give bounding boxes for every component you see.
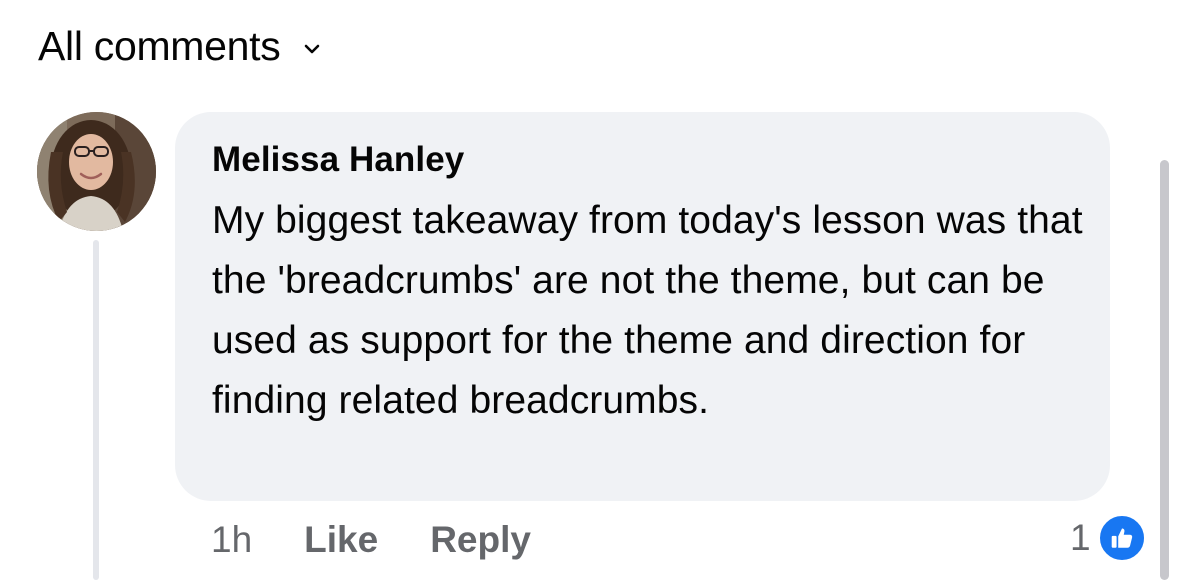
comments-filter-dropdown[interactable]: All comments xyxy=(38,22,320,70)
comment-timestamp[interactable]: 1h xyxy=(211,518,252,562)
avatar[interactable] xyxy=(37,112,156,231)
comments-filter-label: All comments xyxy=(38,23,281,69)
scrollbar[interactable] xyxy=(1160,160,1169,580)
chevron-down-icon xyxy=(304,42,320,54)
like-button[interactable]: Like xyxy=(304,518,378,562)
comment-author[interactable]: Melissa Hanley xyxy=(212,139,464,181)
thumbs-up-icon xyxy=(1096,513,1147,563)
thread-line xyxy=(93,240,99,580)
comments-view: All comments Melissa Hanley My biggest t… xyxy=(0,0,1179,580)
reaction-count: 1 xyxy=(1070,517,1091,558)
reaction-summary[interactable]: 1 xyxy=(1070,513,1147,563)
comment-bubble: Melissa Hanley My biggest takeaway from … xyxy=(175,112,1110,501)
comment-actions: 1h Like Reply xyxy=(211,518,531,562)
reply-button[interactable]: Reply xyxy=(430,518,531,562)
comment-text: My biggest takeaway from today's lesson … xyxy=(212,199,1083,422)
